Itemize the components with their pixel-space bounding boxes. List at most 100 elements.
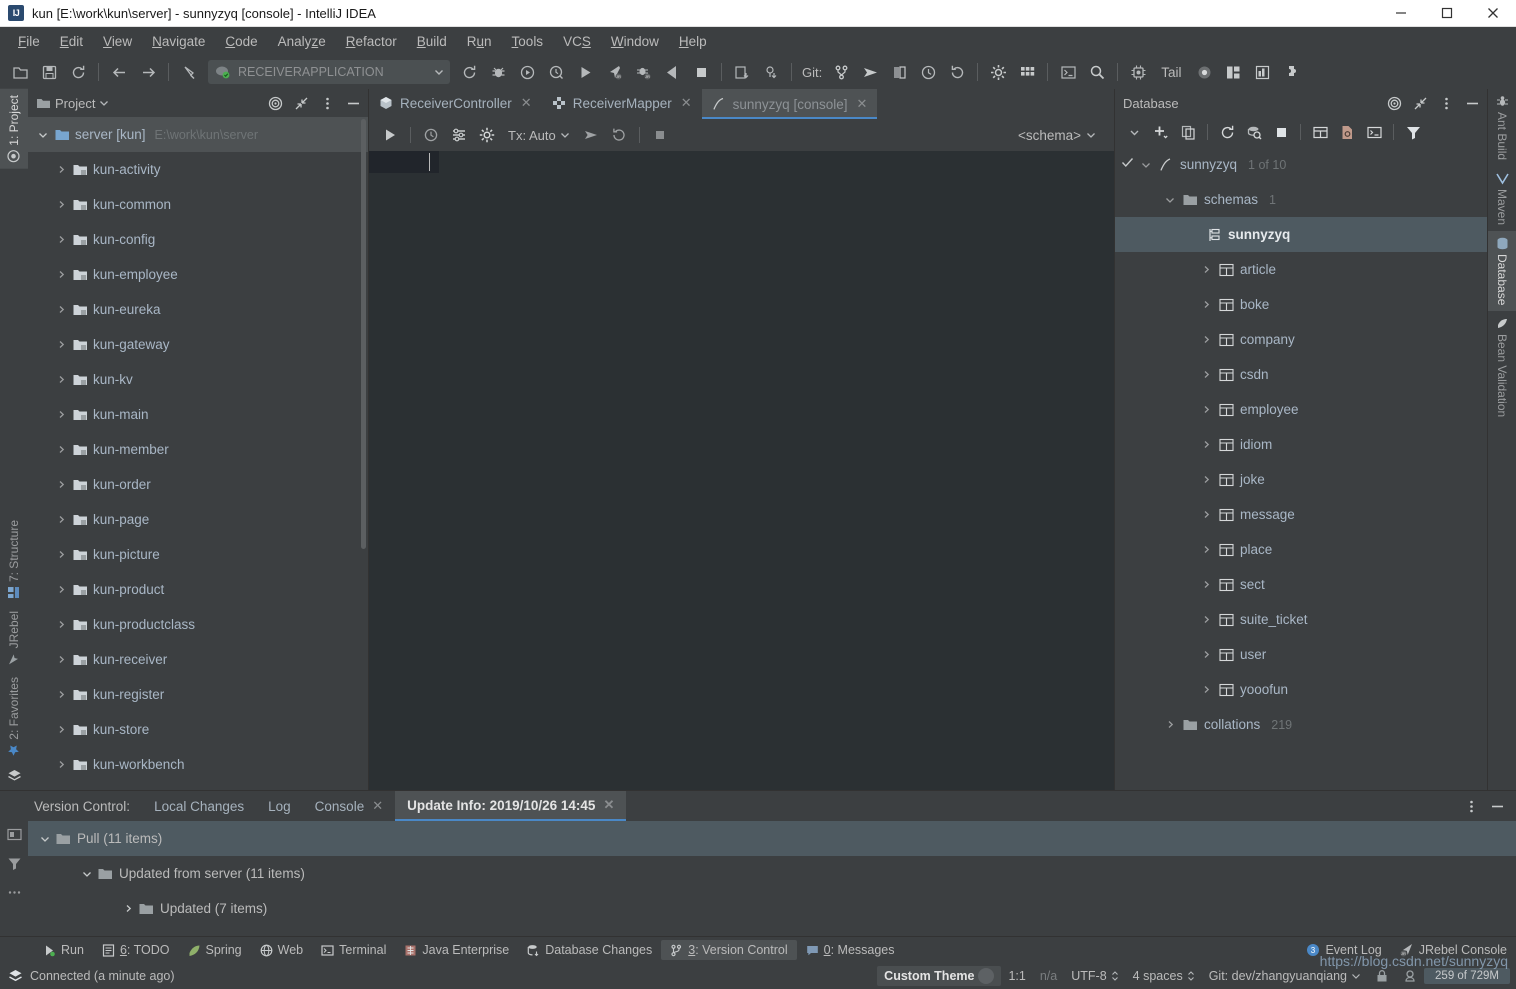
toolwindow-jrebel-console[interactable]: JR JRebel Console (1391, 940, 1516, 960)
vc-tree-row[interactable]: Pull (11 items) (28, 821, 1516, 856)
toolwindow-event-log[interactable]: 3 Event Log (1297, 940, 1390, 960)
terminal-icon[interactable] (1054, 58, 1082, 86)
hide-panel-icon[interactable] (1461, 92, 1483, 114)
ddl-script-icon[interactable] (1334, 119, 1360, 145)
menu-navigate[interactable]: Navigate (142, 30, 215, 53)
sidebar-item-project[interactable]: 1: Project (0, 89, 28, 169)
hide-panel-icon[interactable] (342, 92, 364, 114)
panel-options-icon[interactable] (316, 92, 338, 114)
chevron-right-icon[interactable] (1199, 650, 1213, 659)
jrebel-debug-icon[interactable]: JR (629, 58, 657, 86)
tree-row[interactable]: kun-product (28, 572, 368, 607)
table-editor-icon[interactable] (1307, 119, 1333, 145)
plugin-puzzle-icon[interactable] (1278, 58, 1306, 86)
collapse-all-icon[interactable] (290, 92, 312, 114)
chevron-right-icon[interactable] (1199, 335, 1213, 344)
filter-icon[interactable] (7, 856, 22, 871)
chevron-right-icon[interactable] (54, 270, 68, 279)
chevron-down-icon[interactable] (40, 834, 50, 844)
menu-refactor[interactable]: Refactor (336, 30, 407, 53)
chevron-right-icon[interactable] (54, 200, 68, 209)
db-tree-row-table[interactable]: yooofun (1115, 672, 1487, 707)
more-options-icon[interactable] (7, 885, 22, 900)
tab-receiver-mapper[interactable]: ReceiverMapper ✕ (542, 89, 702, 119)
db-tree-row-table[interactable]: joke (1115, 462, 1487, 497)
jump-to-query-console-icon[interactable] (1241, 119, 1267, 145)
chevron-right-icon[interactable] (1199, 475, 1213, 484)
project-tree[interactable]: server [kun] E:\work\kun\server kun-acti… (28, 117, 368, 790)
sidebar-item-ant-build[interactable]: Ant Build (1488, 89, 1516, 166)
sync-refresh-icon[interactable] (64, 58, 92, 86)
run-play-icon[interactable] (571, 58, 599, 86)
indent-setting[interactable]: 4 spaces (1126, 967, 1202, 985)
tree-row[interactable]: kun-register (28, 677, 368, 712)
stop-icon[interactable] (687, 58, 715, 86)
update-project-icon[interactable] (728, 58, 756, 86)
sidebar-item-bean-validation[interactable]: Bean Validation (1488, 311, 1516, 423)
chevron-right-icon[interactable] (54, 410, 68, 419)
chevron-down-icon[interactable] (99, 98, 109, 108)
chevron-right-icon[interactable] (1199, 300, 1213, 309)
chevron-down-icon[interactable] (36, 130, 50, 140)
chevron-right-icon[interactable] (54, 235, 68, 244)
tab-receiver-controller[interactable]: ReceiverController ✕ (369, 89, 542, 119)
chevron-right-icon[interactable] (1199, 370, 1213, 379)
duplicate-icon[interactable] (1175, 119, 1201, 145)
chevron-right-icon[interactable] (54, 165, 68, 174)
jrebel-profile-icon[interactable] (658, 58, 686, 86)
cpu-profiler-icon[interactable] (1124, 58, 1152, 86)
theme-toggle-pill[interactable] (978, 968, 995, 984)
db-tree-row-table[interactable]: employee (1115, 392, 1487, 427)
build-hammer-icon[interactable] (175, 58, 203, 86)
menu-run[interactable]: Run (457, 30, 502, 53)
tree-row[interactable]: kun-eureka (28, 292, 368, 327)
panel-options-icon[interactable] (1435, 92, 1457, 114)
tree-row[interactable]: kun-config (28, 222, 368, 257)
execute-query-icon[interactable] (377, 122, 403, 148)
line-separator[interactable]: n/a (1033, 967, 1064, 985)
tree-row[interactable]: kun-productclass (28, 607, 368, 642)
lock-status-icon[interactable] (1368, 967, 1396, 985)
chevron-right-icon[interactable] (54, 585, 68, 594)
profiler-icon[interactable] (542, 58, 570, 86)
panel-options-icon[interactable] (1460, 795, 1482, 817)
chevron-right-icon[interactable] (54, 550, 68, 559)
history-icon[interactable] (914, 58, 942, 86)
chevron-down-icon[interactable] (82, 869, 92, 879)
chevron-down-icon[interactable] (1163, 195, 1177, 205)
db-tree-row-table[interactable]: message (1115, 497, 1487, 532)
tree-row[interactable]: kun-gateway (28, 327, 368, 362)
tree-row[interactable]: kun-employee (28, 257, 368, 292)
db-tree-row-table[interactable]: company (1115, 322, 1487, 357)
chevron-right-icon[interactable] (54, 375, 68, 384)
sidebar-item-database[interactable]: Database (1488, 231, 1516, 312)
git-branch-icon[interactable] (827, 58, 855, 86)
chevron-right-icon[interactable] (1199, 685, 1213, 694)
tree-row[interactable]: kun-member (28, 432, 368, 467)
memory-indicator[interactable]: 259 of 729M (1424, 968, 1510, 984)
db-tree-row-table[interactable]: suite_ticket (1115, 602, 1487, 637)
db-tree-row-collations[interactable]: collations 219 (1115, 707, 1487, 742)
menu-window[interactable]: Window (601, 30, 669, 53)
tree-row[interactable]: kun-order (28, 467, 368, 502)
maximize-button[interactable] (1424, 0, 1470, 26)
group-by-directory-icon[interactable] (6, 827, 22, 842)
tail-label[interactable]: Tail (1153, 65, 1189, 80)
db-tree-row-table[interactable]: user (1115, 637, 1487, 672)
tree-row[interactable]: kun-page (28, 502, 368, 537)
menu-vcs[interactable]: VCS (553, 30, 601, 53)
chart-bar-icon[interactable] (1249, 58, 1277, 86)
toolwindow-database-changes[interactable]: Database Changes (518, 940, 661, 960)
chevron-down-icon[interactable] (1139, 160, 1153, 170)
filter-icon[interactable] (1400, 119, 1426, 145)
sidebar-item-structure[interactable]: 7: Structure (0, 514, 28, 605)
db-tree-row-schemas[interactable]: schemas 1 (1115, 182, 1487, 217)
menu-build[interactable]: Build (407, 30, 457, 53)
db-tree-row-table[interactable]: idiom (1115, 427, 1487, 462)
menu-edit[interactable]: Edit (50, 30, 93, 53)
chevron-right-icon[interactable] (124, 904, 133, 913)
rerun-icon[interactable] (455, 58, 483, 86)
tree-row[interactable]: kun-workbench (28, 747, 368, 782)
debug-bug-icon[interactable] (484, 58, 512, 86)
tree-row[interactable]: kun-main (28, 397, 368, 432)
